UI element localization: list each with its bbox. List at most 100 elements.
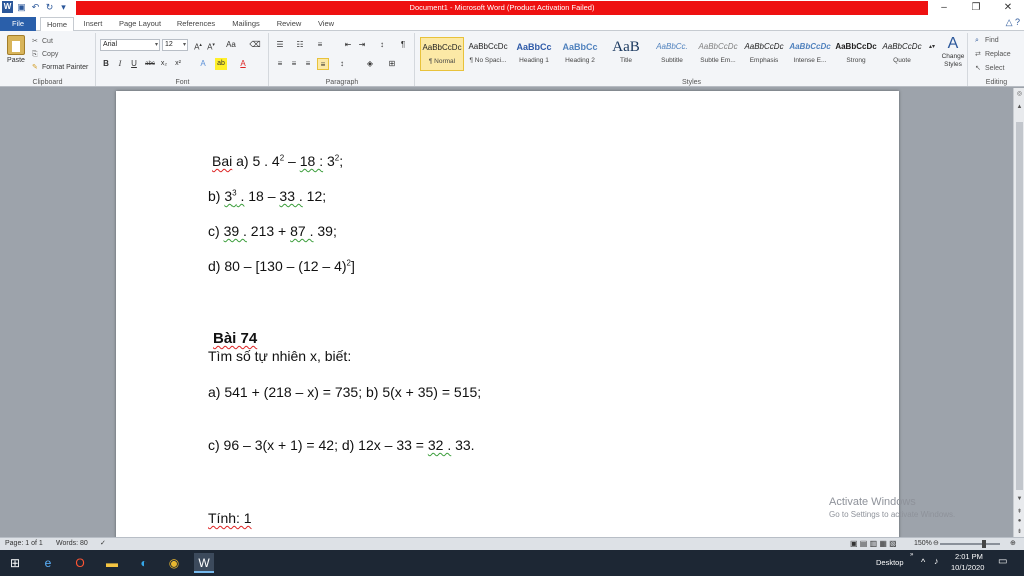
bold-icon[interactable]: B [100,58,112,70]
word-taskbar-icon[interactable]: W [194,553,214,573]
help-icon[interactable]: △ ? [1006,17,1020,28]
italic-icon[interactable]: I [114,58,126,70]
change-case-icon[interactable]: Aa [225,39,237,51]
underline-icon[interactable]: U [128,58,140,70]
clock-date[interactable]: 10/1/2020 [951,563,984,572]
redo-icon[interactable]: ↻ [44,1,55,13]
grow-font-icon[interactable]: A▴ [192,39,204,52]
tab-home[interactable]: Home [40,17,74,32]
scroll-down-icon[interactable]: ▼ [1014,496,1024,502]
scroll-up-icon[interactable]: ▲ [1014,104,1024,110]
tab-view[interactable]: View [313,17,339,31]
file-explorer-icon[interactable]: ▬ [102,553,122,573]
undo-icon[interactable]: ↶ [30,1,41,13]
style-title[interactable]: AaB Title [604,37,648,71]
highlight-color-icon[interactable]: ab [215,58,227,70]
select-button[interactable]: ↖ Select [975,63,1004,74]
chrome-icon[interactable]: ◉ [164,553,184,573]
tab-page-layout[interactable]: Page Layout [116,17,164,31]
page-count[interactable]: Page: 1 of 1 [5,538,43,550]
zoom-slider[interactable] [940,543,1000,545]
zoom-out-icon[interactable]: ⊖ [933,538,939,550]
tab-mailings[interactable]: Mailings [227,17,265,31]
font-size-select[interactable]: 12 ▾ [162,39,188,51]
style-heading-1[interactable]: AaBbCc Heading 1 [512,37,556,71]
document-area[interactable]: Bai a) 5 . 42 – 18 : 32; b) 33 . 18 – 33… [0,88,1013,537]
maximize-button[interactable]: ❐ [960,0,992,16]
minimize-button[interactable]: – [928,0,960,16]
paste-button[interactable]: Paste [4,35,28,64]
tab-file[interactable]: File [0,17,36,31]
increase-indent-icon[interactable]: ⇥ [356,39,368,51]
clear-formatting-icon[interactable]: ⌫ [249,39,261,51]
sort-icon[interactable]: ↕ [376,39,388,51]
multilevel-list-icon[interactable]: ≡ [314,39,326,51]
align-center-icon[interactable]: ≡ [288,58,300,70]
word-app-icon[interactable]: W [2,1,13,13]
tab-insert[interactable]: Insert [78,17,108,31]
start-windows-icon[interactable]: ⊞ [5,553,25,573]
text-effects-icon[interactable]: A [197,58,209,70]
next-page-icon[interactable]: ⇟ [1014,528,1024,535]
bullets-icon[interactable]: ☰ [274,39,286,51]
numbering-icon[interactable]: ☷ [294,39,306,51]
tray-chevron-up-icon[interactable]: ^ [921,557,925,567]
style-subtle-emphasis[interactable]: AaBbCcDc Subtle Em... [696,37,740,71]
font-color-icon[interactable]: A [237,58,249,70]
view-buttons[interactable]: ▣ ▤ ▥ ▦ ▧ [850,538,897,550]
justify-icon[interactable]: ≡ [317,58,329,70]
style-heading-2[interactable]: AaBbCc Heading 2 [558,37,602,71]
tab-review[interactable]: Review [273,17,305,31]
zoom-level[interactable]: 150% [914,538,932,550]
previous-page-icon[interactable]: ⇞ [1014,508,1024,515]
font-name-select[interactable]: Arial ▾ [100,39,160,51]
style-no-spacing[interactable]: AaBbCcDc ¶ No Spaci... [466,37,510,71]
window-title: Document1 - Microsoft Word (Product Acti… [76,1,928,15]
save-icon[interactable]: ▣ [16,1,27,13]
edge-legacy-icon[interactable]: e [38,553,58,573]
superscript-icon[interactable]: x² [172,58,184,70]
ruler-toggle-icon[interactable]: ◎ [1014,90,1024,97]
style-intense-emphasis[interactable]: AaBbCcDc Intense E... [788,37,832,71]
scroll-thumb[interactable] [1016,122,1023,490]
decrease-indent-icon[interactable]: ⇤ [342,39,354,51]
find-button[interactable]: ⌕ Find [975,35,999,46]
opera-icon[interactable]: O [70,553,90,573]
select-browse-object-icon[interactable]: ● [1014,518,1024,524]
align-right-icon[interactable]: ≡ [302,58,314,70]
desktop-toolbar[interactable]: Desktop [876,558,904,567]
style-subtitle[interactable]: AaBbCc. Subtitle [650,37,694,71]
pilcrow-icon[interactable]: ¶ [397,39,409,51]
change-styles-button[interactable]: A Change Styles [938,35,968,69]
document-page[interactable]: Bai a) 5 . 42 – 18 : 32; b) 33 . 18 – 33… [116,91,899,537]
format-painter-button[interactable]: ✎ Format Painter [32,62,88,73]
tab-references[interactable]: References [172,17,220,31]
cut-button[interactable]: ✂ Cut [32,36,53,47]
subscript-icon[interactable]: x₂ [158,58,170,70]
notifications-icon[interactable]: ▭ [998,556,1007,567]
shading-icon[interactable]: ◈ [364,58,376,70]
style-quote[interactable]: AaBbCcDc Quote [880,37,924,71]
replace-button[interactable]: ⇄ Replace [975,49,1011,60]
borders-icon[interactable]: ⊞ [386,58,398,70]
vertical-scrollbar[interactable]: ◎ ▲ ▼ ⇞ ● ⇟ [1013,88,1024,537]
style-emphasis[interactable]: AaBbCcDc Emphasis [742,37,786,71]
edge-icon[interactable]: ◐ [134,553,154,573]
strikethrough-icon[interactable]: abc [144,58,156,70]
align-left-icon[interactable]: ≡ [274,58,286,70]
proofing-icon[interactable]: ✓ [100,538,106,550]
close-button[interactable]: ✕ [992,0,1024,16]
word-count[interactable]: Words: 80 [56,538,88,550]
zoom-slider-knob[interactable] [982,540,986,548]
zoom-in-icon[interactable]: ⊕ [1010,538,1016,550]
copy-button[interactable]: ⎘ Copy [32,49,58,60]
styles-scroll-icon[interactable]: ▴▾ [926,41,938,53]
volume-icon[interactable]: ♪ [934,556,939,566]
style-normal[interactable]: AaBbCcDc ¶ Normal [420,37,464,71]
customize-qat-icon[interactable]: ▾ [58,1,69,13]
style-strong[interactable]: AaBbCcDc Strong [834,37,878,71]
line-spacing-icon[interactable]: ↕ [336,58,348,70]
shrink-font-icon[interactable]: A▾ [205,39,217,52]
clock-time[interactable]: 2:01 PM [955,552,983,561]
toolbar-expand-icon[interactable]: » [910,552,913,558]
